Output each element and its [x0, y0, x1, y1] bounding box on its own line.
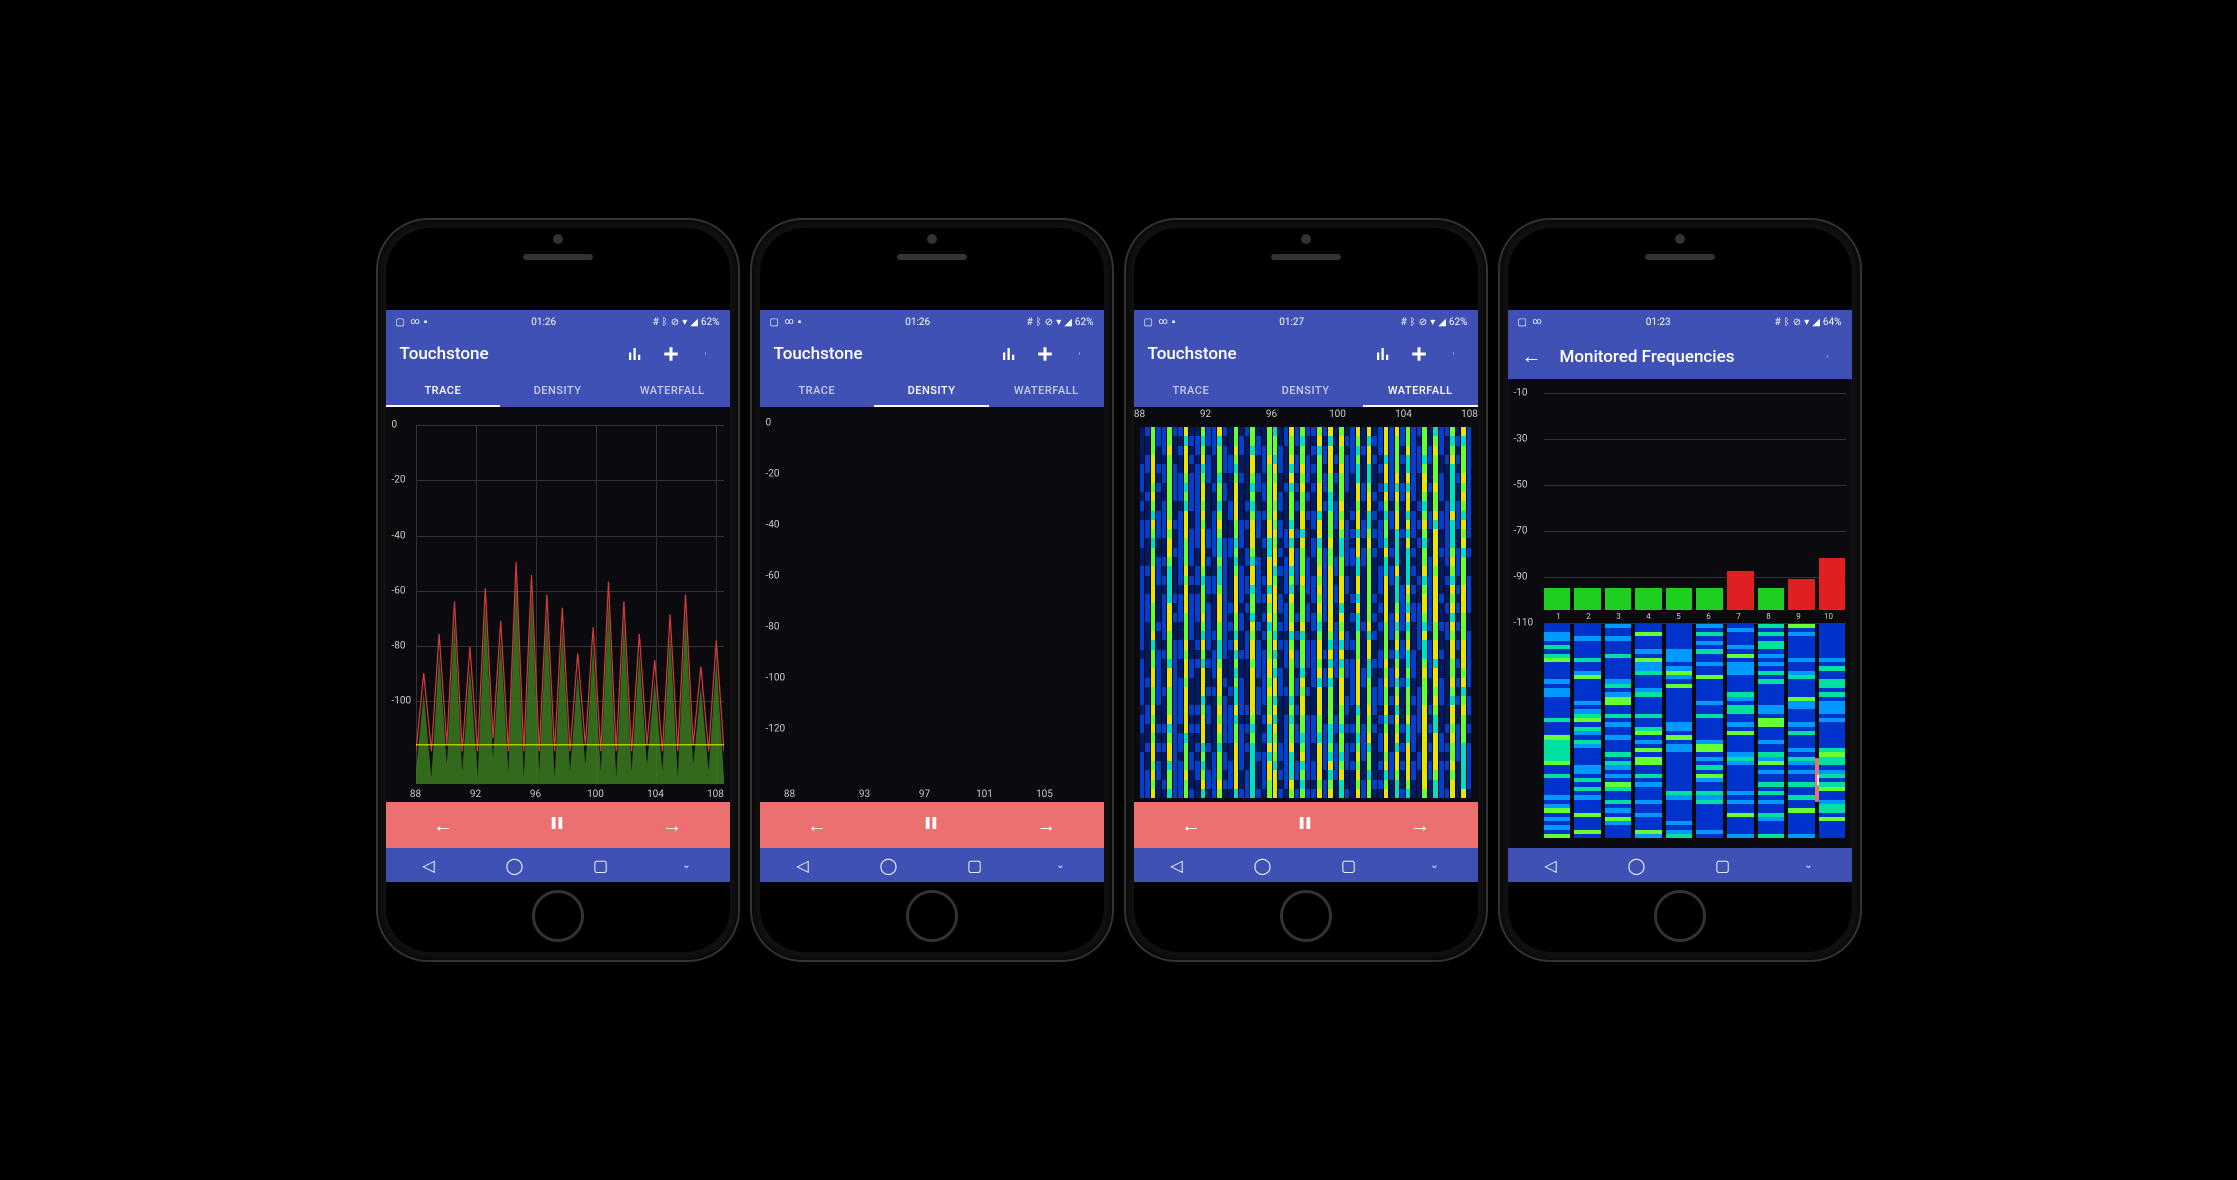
- notif-icon: ▪: [424, 317, 435, 328]
- control-bar: ← →: [386, 802, 730, 848]
- recent-nav[interactable]: ▢: [581, 856, 621, 875]
- more-icon[interactable]: [1820, 348, 1838, 366]
- status-time: 01:26: [435, 317, 653, 328]
- waterfall-chart[interactable]: 889296100104108: [1134, 407, 1478, 802]
- more-icon[interactable]: [1072, 345, 1090, 363]
- status-time: 01:27: [1183, 317, 1401, 328]
- pause-button[interactable]: [911, 813, 951, 837]
- picture-icon: ▢: [396, 317, 407, 328]
- recent-nav[interactable]: ▢: [1703, 856, 1743, 875]
- status-bar: ▢ ∞ ▪ 01:26 #ᛒ⊘▾◢62%: [386, 310, 730, 334]
- back-nav[interactable]: ◁: [409, 856, 449, 875]
- tab-bar: TRACE DENSITY WATERFALL: [386, 374, 730, 407]
- expand-nav[interactable]: ⌄: [1415, 860, 1455, 871]
- expand-nav[interactable]: ⌄: [1041, 860, 1081, 871]
- next-button[interactable]: →: [652, 813, 692, 838]
- dnd-icon: ⊘: [671, 317, 679, 328]
- tab-density[interactable]: DENSITY: [500, 374, 615, 407]
- hash-icon: #: [653, 317, 659, 328]
- phone-frame: ▢∞ 01:23 #ᛒ⊘▾◢64% ← Monitored Frequencie…: [1500, 220, 1860, 960]
- stats-icon[interactable]: [1000, 345, 1018, 363]
- status-time: 01:26: [809, 317, 1027, 328]
- back-nav[interactable]: ◁: [1157, 856, 1197, 875]
- tab-density[interactable]: DENSITY: [874, 374, 989, 407]
- recent-nav[interactable]: ▢: [1329, 856, 1369, 875]
- home-nav[interactable]: ◯: [1243, 856, 1283, 875]
- app-title: Touchstone: [400, 344, 608, 364]
- tab-trace[interactable]: TRACE: [386, 374, 501, 407]
- next-button[interactable]: →: [1026, 813, 1066, 838]
- add-icon[interactable]: [1036, 345, 1054, 363]
- app-title: Touchstone: [774, 344, 982, 364]
- status-bar: ▢∞▪ 01:26 #ᛒ⊘▾◢62%: [760, 310, 1104, 334]
- prev-button[interactable]: ←: [1171, 813, 1211, 838]
- phone-frame: ▢ ∞ ▪ 01:26 #ᛒ⊘▾◢62% Touchstone TRACE DENS…: [378, 220, 738, 960]
- page-title: Monitored Frequencies: [1560, 347, 1802, 367]
- expand-nav[interactable]: ⌄: [667, 860, 707, 871]
- add-icon[interactable]: [1410, 345, 1428, 363]
- phone-frame: ▢∞▪ 01:27 #ᛒ⊘▾◢62% Touchstone TRACE DENS…: [1126, 220, 1486, 960]
- stats-icon[interactable]: [626, 345, 644, 363]
- trace-chart[interactable]: 0-20-40-60-80-100889296100104108: [386, 407, 730, 802]
- recent-nav[interactable]: ▢: [955, 856, 995, 875]
- prev-button[interactable]: ←: [423, 813, 463, 838]
- tab-density[interactable]: DENSITY: [1248, 374, 1363, 407]
- tab-trace[interactable]: TRACE: [760, 374, 875, 407]
- more-icon[interactable]: [698, 345, 716, 363]
- app-bar: Touchstone: [386, 334, 730, 374]
- home-nav[interactable]: ◯: [1617, 856, 1657, 875]
- density-chart[interactable]: 0-20-40-60-80-100-120889397101105: [760, 407, 1104, 802]
- app-title: Touchstone: [1148, 344, 1356, 364]
- tab-waterfall[interactable]: WATERFALL: [1363, 374, 1478, 407]
- home-nav[interactable]: ◯: [869, 856, 909, 875]
- tab-waterfall[interactable]: WATERFALL: [989, 374, 1104, 407]
- next-button[interactable]: →: [1400, 813, 1440, 838]
- expand-nav[interactable]: ⌄: [1789, 860, 1829, 871]
- battery-pct: 62%: [701, 317, 720, 328]
- status-bar: ▢∞▪ 01:27 #ᛒ⊘▾◢62%: [1134, 310, 1478, 334]
- tab-waterfall[interactable]: WATERFALL: [615, 374, 730, 407]
- android-nav: ◁ ◯ ▢ ⌄: [386, 848, 730, 882]
- monitored-chart[interactable]: -10-30-50-70-90-11012345678910: [1508, 379, 1852, 848]
- bt-icon: ᛒ: [662, 317, 668, 328]
- stats-icon[interactable]: [1374, 345, 1392, 363]
- add-icon[interactable]: [662, 345, 680, 363]
- voicemail-icon: ∞: [411, 317, 420, 327]
- back-nav[interactable]: ◁: [783, 856, 823, 875]
- back-nav[interactable]: ◁: [1531, 856, 1571, 875]
- signal-icon: ◢: [690, 317, 698, 328]
- phone-frame: ▢∞▪ 01:26 #ᛒ⊘▾◢62% Touchstone TRACE DENS…: [752, 220, 1112, 960]
- more-icon[interactable]: [1446, 345, 1464, 363]
- status-bar: ▢∞ 01:23 #ᛒ⊘▾◢64%: [1508, 310, 1852, 334]
- prev-button[interactable]: ←: [797, 813, 837, 838]
- status-time: 01:23: [1542, 317, 1775, 328]
- wifi-icon: ▾: [682, 317, 687, 328]
- back-icon[interactable]: ←: [1522, 344, 1542, 369]
- pause-button[interactable]: [1285, 813, 1325, 837]
- pause-button[interactable]: [537, 813, 577, 837]
- home-nav[interactable]: ◯: [495, 856, 535, 875]
- tab-trace[interactable]: TRACE: [1134, 374, 1249, 407]
